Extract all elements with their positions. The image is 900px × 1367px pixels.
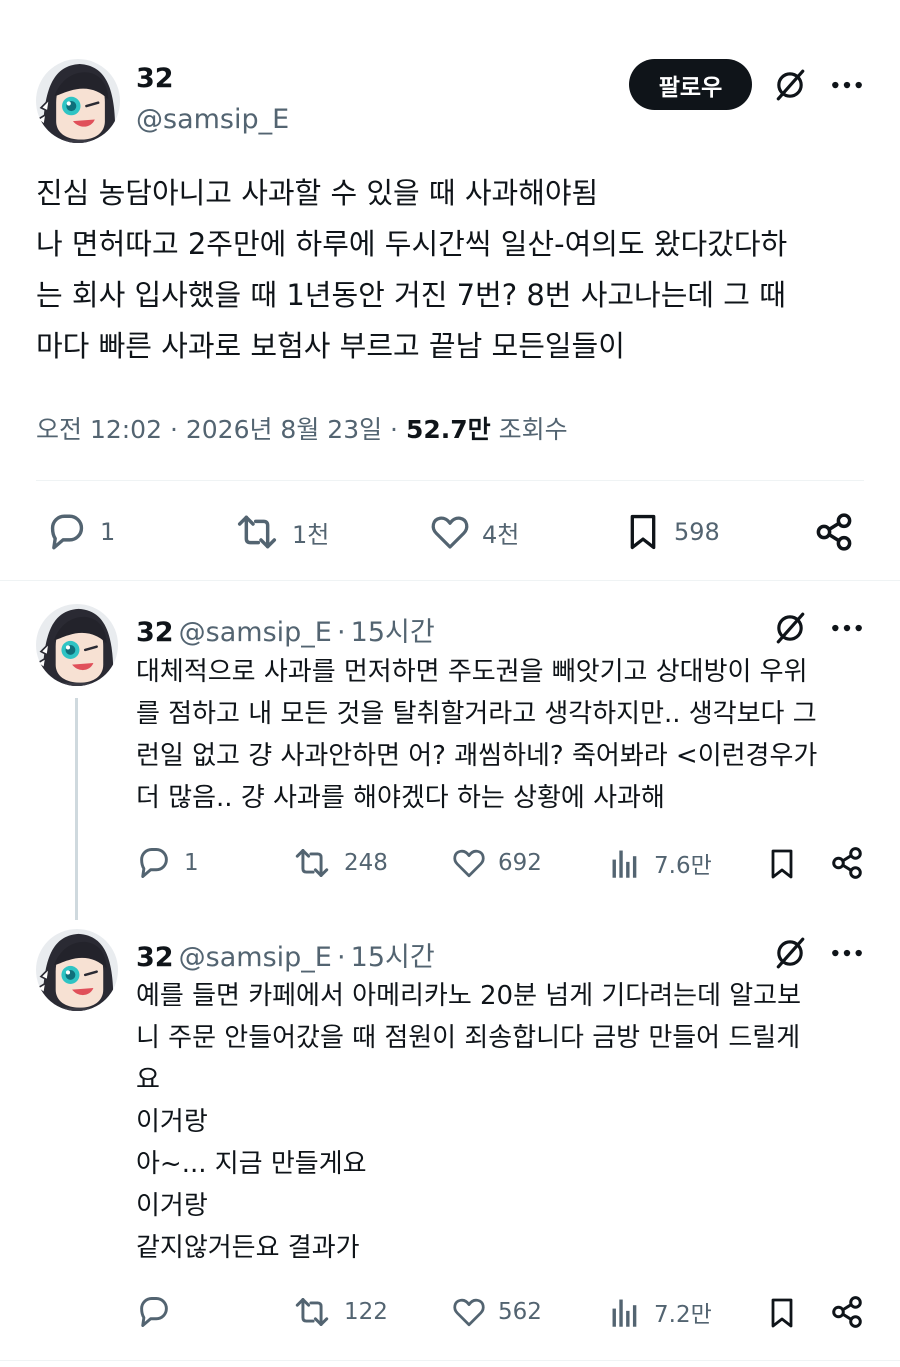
grok-icon [776,937,805,969]
divider [36,480,864,481]
bookmark-button[interactable] [766,845,798,883]
avatar[interactable] [36,929,118,1011]
share-icon [832,847,862,879]
more-icon [832,81,862,89]
reply-text: 대체적으로 사과를 먼저하면 주도권을 빼앗기고 상대방이 우위 를 점하고 내… [136,657,818,813]
bookmark-icon [630,514,656,550]
post-date[interactable]: 2026년 8월 23일 [186,415,382,444]
like-button[interactable]: 4천 [430,512,519,552]
heart-icon [453,849,485,878]
author-handle[interactable]: @samsip_E [179,617,332,648]
repost-count: 248 [344,850,388,876]
reply-time[interactable]: 15시간 [351,942,435,973]
follow-button[interactable]: 팔로우 [629,59,752,110]
more-options-button[interactable] [830,936,864,970]
divider [0,580,900,581]
meta-separator: · [336,942,346,973]
meta-separator: · [336,617,346,648]
grok-icon [776,612,805,644]
share-button[interactable] [814,512,854,552]
avatar-image [36,59,120,143]
bookmark-count: 598 [674,518,720,546]
reply-button[interactable]: 1 [46,512,115,552]
grok-button[interactable] [773,936,807,970]
repost-count: 122 [344,1299,388,1325]
post-time[interactable]: 오전 12:02 [36,415,162,444]
reply-icon [140,1297,168,1327]
thread-line [75,698,78,920]
author-name[interactable]: 32 [136,63,174,94]
share-button[interactable] [830,846,864,880]
repost-button[interactable]: 1천 [234,512,329,552]
bookmark-icon [771,1298,793,1328]
repost-button[interactable]: 248 [292,846,388,880]
share-button[interactable] [830,1295,864,1329]
heart-icon [431,516,469,549]
reply-count: 1 [184,850,199,876]
bookmark-button[interactable] [766,1294,798,1332]
like-count: 692 [498,850,542,876]
heart-icon [453,1298,485,1327]
reply-count: 1 [100,518,116,546]
repost-button[interactable]: 122 [292,1295,388,1329]
view-count[interactable]: 52.7만 [406,415,491,444]
author-handle[interactable]: @samsip_E [179,942,332,973]
like-count: 4천 [482,520,520,549]
views-button[interactable]: 7.2만 [608,1295,712,1329]
repost-icon [295,849,329,877]
reply-button[interactable] [136,1295,184,1329]
reply-icon [140,848,168,878]
share-icon [816,513,852,551]
views-icon [612,850,637,878]
like-button[interactable]: 692 [452,846,542,880]
view-count: 7.6만 [654,853,712,879]
author-name[interactable]: 32 [136,617,174,648]
repost-icon [237,515,277,549]
views-icon [612,1299,637,1327]
grok-button[interactable] [773,68,807,102]
repost-icon [295,1298,329,1326]
views-button[interactable]: 7.6만 [608,846,712,880]
more-options-button[interactable] [830,611,864,645]
like-button[interactable]: 562 [452,1295,542,1329]
more-options-button[interactable] [830,68,864,102]
avatar-image [36,929,118,1011]
like-count: 562 [498,1299,542,1325]
reply-text: 예를 들면 카페에서 아메리카노 20분 넘게 기다려는데 알고보 니 주문 안… [136,981,802,1263]
avatar[interactable] [36,59,120,143]
meta-separator: · [169,415,178,444]
reply-button[interactable]: 1 [136,846,199,880]
share-icon [832,1296,862,1328]
reply-time[interactable]: 15시간 [351,617,435,648]
avatar[interactable] [36,604,118,686]
author-name[interactable]: 32 [136,942,174,973]
reply-header: 32 @samsip_E · 15시간 [136,610,435,649]
author-handle[interactable]: @samsip_E [136,104,289,135]
post-meta: 오전 12:02 · 2026년 8월 23일 · 52.7만 조회수 [36,410,568,446]
grok-button[interactable] [773,611,807,645]
bookmark-icon [771,849,793,879]
reply-header: 32 @samsip_E · 15시간 [136,935,435,974]
divider [0,1360,900,1361]
meta-separator: · [390,415,398,444]
avatar-image [36,604,118,686]
bookmark-button[interactable]: 598 [624,510,720,554]
grok-icon [776,69,805,101]
view-label: 조회수 [498,415,568,444]
repost-count: 1천 [292,520,330,549]
reply-icon [50,514,84,550]
more-icon [832,949,862,957]
post-text: 진심 농담아니고 사과할 수 있을 때 사과해야됨 나 면허따고 2주만에 하루… [36,176,788,363]
view-count: 7.2만 [654,1302,712,1328]
more-icon [832,624,862,632]
